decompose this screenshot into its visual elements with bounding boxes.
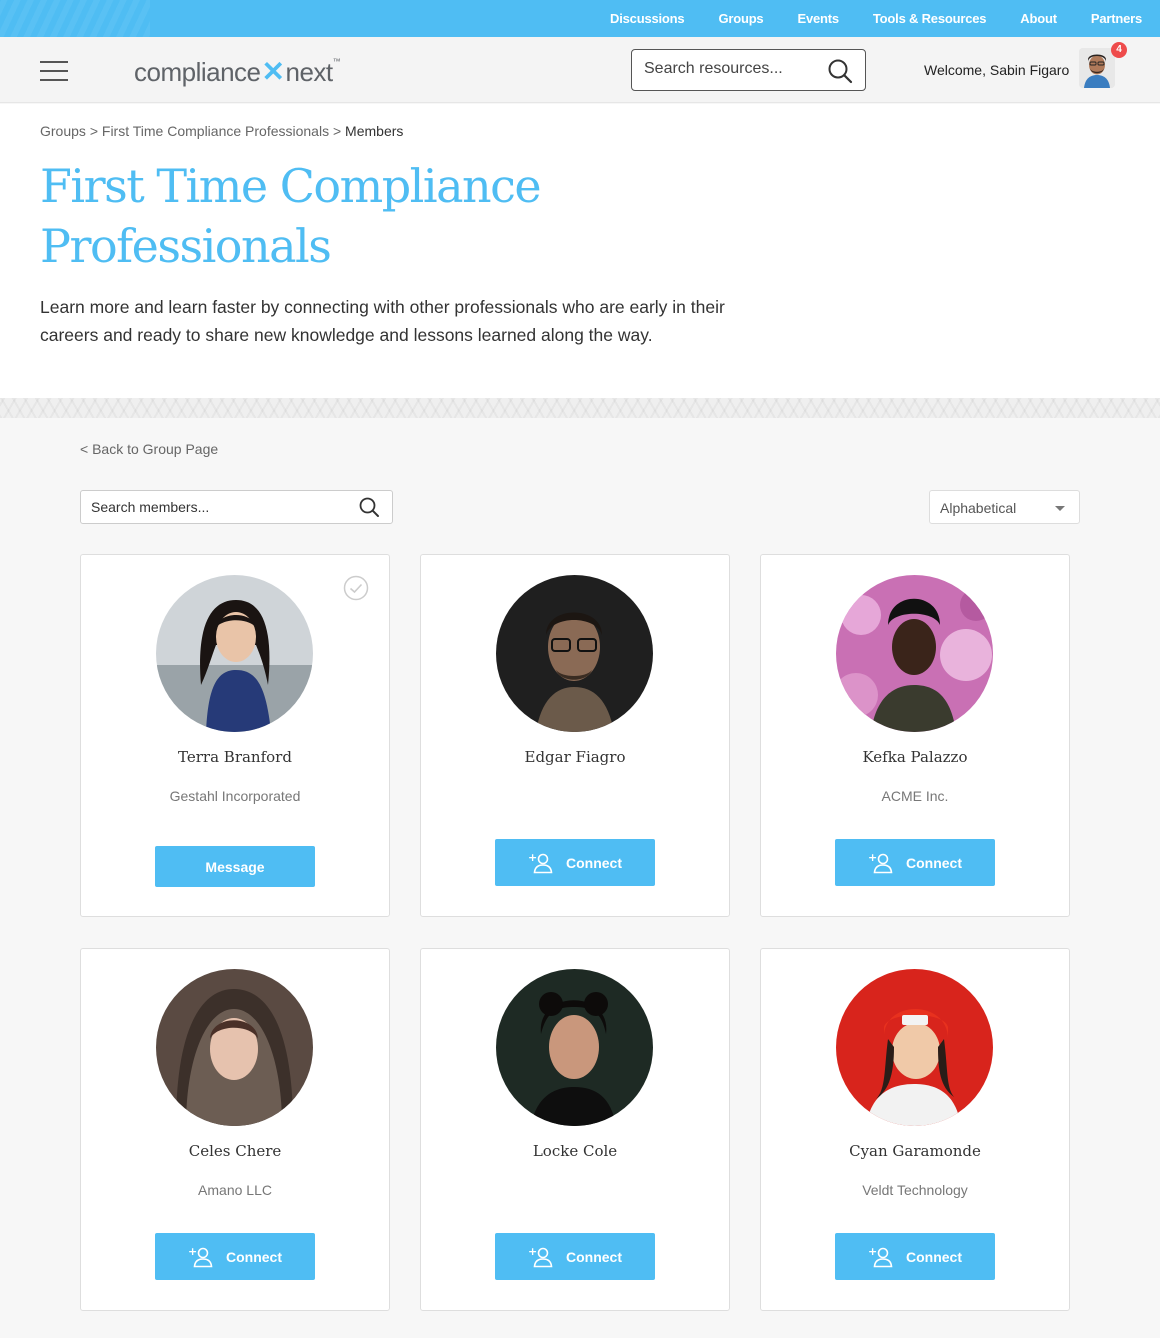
button-label: Connect (906, 1248, 962, 1265)
resource-search-input[interactable] (644, 60, 824, 78)
breadcrumb-groups[interactable]: Groups (40, 123, 86, 139)
connect-button[interactable]: + Connect (155, 1233, 315, 1280)
member-company: Gestahl Incorporated (169, 788, 301, 804)
member-card: Terra Branford Gestahl Incorporated Mess… (80, 554, 390, 917)
nav-partners[interactable]: Partners (1091, 11, 1142, 26)
member-avatar[interactable] (496, 575, 653, 732)
group-description: Learn more and learn faster by connectin… (40, 297, 725, 345)
svg-text:+: + (188, 1246, 197, 1258)
member-avatar[interactable] (156, 969, 313, 1126)
add-user-icon: + (528, 852, 553, 873)
breadcrumb-group[interactable]: First Time Compliance Professionals (102, 123, 329, 139)
top-bar: Discussions Groups Events Tools & Resour… (0, 0, 1160, 37)
breadcrumb-current: Members (345, 123, 404, 139)
member-company: Amano LLC (198, 1182, 272, 1198)
breadcrumb-separator: > (89, 123, 98, 139)
search-icon[interactable] (358, 496, 380, 523)
member-name[interactable]: Locke Cole (421, 1142, 729, 1160)
member-name[interactable]: Celes Chere (81, 1142, 389, 1160)
welcome-text: Welcome, Sabin Figaro (924, 62, 1070, 78)
chevron-down-icon (1055, 506, 1065, 511)
svg-text:+: + (528, 852, 537, 864)
search-icon[interactable] (827, 58, 853, 89)
member-name[interactable]: Kefka Palazzo (761, 748, 1069, 766)
button-label: Connect (566, 854, 622, 871)
nav-about[interactable]: About (1020, 11, 1057, 26)
sort-dropdown[interactable]: Alphabetical (929, 490, 1080, 524)
member-company: ACME Inc. (881, 788, 949, 804)
member-card: Kefka Palazzo ACME Inc. + Connect (760, 554, 1070, 917)
nav-tools-resources[interactable]: Tools & Resources (873, 11, 987, 26)
member-card: Celes Chere Amano LLC + Connect (80, 948, 390, 1311)
member-company: Veldt Technology (862, 1182, 968, 1198)
button-label: Message (205, 858, 265, 875)
button-label: Connect (566, 1248, 622, 1265)
member-name[interactable]: Terra Branford (81, 748, 389, 766)
message-button[interactable]: Message (155, 846, 315, 887)
hamburger-icon[interactable] (40, 61, 68, 81)
site-header: compliance✕next™ Welcome, Sabin Figaro 4 (0, 37, 1160, 103)
back-to-group-link[interactable]: < Back to Group Page (80, 441, 218, 457)
add-user-icon: + (868, 852, 893, 873)
check-circle-icon (343, 575, 369, 606)
add-user-icon: + (528, 1246, 553, 1267)
nav-events[interactable]: Events (797, 11, 839, 26)
group-hero: Groups > First Time Compliance Professio… (0, 104, 1160, 398)
button-label: Connect (906, 854, 962, 871)
member-card: Edgar Fiagro + Connect (420, 554, 730, 917)
button-label: Connect (226, 1248, 282, 1265)
svg-text:+: + (528, 1246, 537, 1258)
notification-badge[interactable]: 4 (1111, 42, 1127, 58)
connect-button[interactable]: + Connect (495, 1233, 655, 1280)
decorative-stripe (0, 0, 150, 37)
nav-groups[interactable]: Groups (718, 11, 763, 26)
svg-text:+: + (868, 852, 877, 864)
resource-search[interactable] (631, 49, 866, 91)
connect-button[interactable]: + Connect (835, 839, 995, 886)
breadcrumb-separator: > (332, 123, 342, 139)
logo[interactable]: compliance✕next™ (134, 55, 341, 88)
logo-text-left: compliance (134, 57, 261, 87)
member-avatar[interactable] (836, 969, 993, 1126)
page-title: First Time Compliance Professionals (40, 159, 542, 273)
logo-tm: ™ (332, 57, 341, 66)
member-card: Cyan Garamonde Veldt Technology + Connec… (760, 948, 1070, 1311)
member-search[interactable] (80, 490, 393, 524)
sort-value: Alphabetical (940, 500, 1017, 516)
decorative-pattern-divider (0, 398, 1160, 418)
user-menu[interactable]: 4 (1079, 42, 1127, 90)
breadcrumb: Groups > First Time Compliance Professio… (40, 123, 403, 139)
member-search-input[interactable] (91, 499, 341, 515)
add-user-icon: + (868, 1246, 893, 1267)
member-name[interactable]: Cyan Garamonde (761, 1142, 1069, 1160)
member-avatar[interactable] (496, 969, 653, 1126)
connect-button[interactable]: + Connect (835, 1233, 995, 1280)
svg-text:+: + (868, 1246, 877, 1258)
logo-x-icon: ✕ (261, 56, 285, 87)
add-user-icon: + (188, 1246, 213, 1267)
member-card: Locke Cole + Connect (420, 948, 730, 1311)
logo-text-right: next (285, 57, 333, 87)
top-nav: Discussions Groups Events Tools & Resour… (610, 0, 1142, 37)
nav-discussions[interactable]: Discussions (610, 11, 685, 26)
connect-button[interactable]: + Connect (495, 839, 655, 886)
member-avatar[interactable] (836, 575, 993, 732)
avatar[interactable] (1079, 48, 1115, 88)
member-name[interactable]: Edgar Fiagro (421, 748, 729, 766)
member-avatar[interactable] (156, 575, 313, 732)
